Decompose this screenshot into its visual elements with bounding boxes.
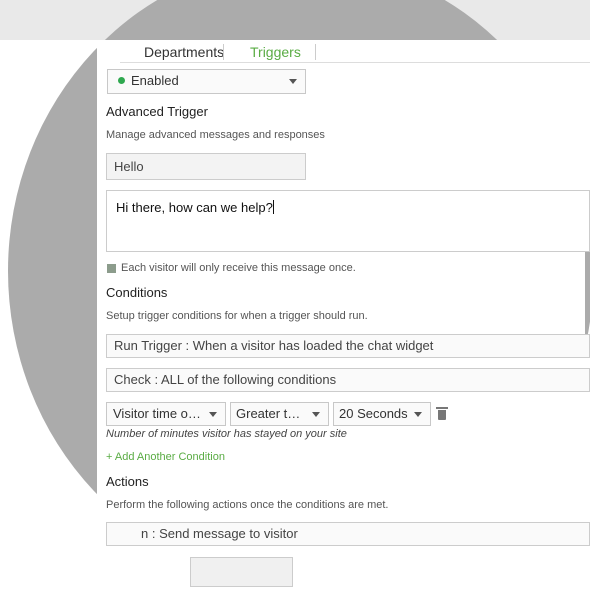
chevron-down-icon bbox=[312, 412, 320, 417]
tab-divider bbox=[223, 44, 224, 60]
chevron-down-icon bbox=[414, 412, 422, 417]
check-select[interactable]: Check : ALL of the following conditions bbox=[106, 368, 590, 392]
condition-hint: Number of minutes visitor has stayed on … bbox=[106, 428, 347, 440]
status-select[interactable]: Enabled bbox=[107, 69, 306, 94]
actions-title: Actions bbox=[106, 474, 149, 489]
condition-field-select[interactable]: Visitor time o… bbox=[106, 402, 226, 426]
tab-bar: Departments Triggers bbox=[120, 40, 590, 63]
tab-triggers[interactable]: Triggers bbox=[250, 44, 301, 60]
chevron-down-icon bbox=[289, 79, 297, 84]
action-select[interactable]: n : Send message to visitor bbox=[106, 522, 590, 546]
condition-operator-select[interactable]: Greater t… bbox=[230, 402, 329, 426]
add-condition-link[interactable]: + Add Another Condition bbox=[106, 451, 225, 463]
action-button[interactable] bbox=[190, 557, 293, 587]
condition-field-value: Visitor time o… bbox=[113, 406, 201, 421]
message-text: Hi there, how can we help? bbox=[116, 200, 273, 215]
advanced-trigger-description: Manage advanced messages and responses bbox=[106, 129, 325, 141]
actions-description: Perform the following actions once the c… bbox=[106, 499, 389, 511]
run-trigger-select[interactable]: Run Trigger : When a visitor has loaded … bbox=[106, 334, 590, 358]
once-checkbox[interactable] bbox=[107, 264, 116, 273]
status-select-value: Enabled bbox=[131, 73, 179, 88]
advanced-trigger-title: Advanced Trigger bbox=[106, 104, 208, 119]
chevron-down-icon bbox=[209, 412, 217, 417]
tab-departments[interactable]: Departments bbox=[144, 44, 224, 60]
condition-operator-value: Greater t… bbox=[236, 406, 301, 421]
status-dot-icon bbox=[118, 77, 125, 84]
once-checkbox-label: Each visitor will only receive this mess… bbox=[121, 262, 356, 274]
trigger-name-input[interactable]: Hello bbox=[106, 153, 306, 180]
condition-value-select[interactable]: 20 Seconds bbox=[333, 402, 431, 426]
conditions-description: Setup trigger conditions for when a trig… bbox=[106, 310, 368, 322]
tab-divider bbox=[315, 44, 316, 60]
conditions-title: Conditions bbox=[106, 285, 168, 300]
condition-value-value: 20 Seconds bbox=[339, 406, 408, 421]
message-textarea[interactable]: Hi there, how can we help? bbox=[106, 190, 590, 252]
text-cursor bbox=[272, 200, 274, 214]
